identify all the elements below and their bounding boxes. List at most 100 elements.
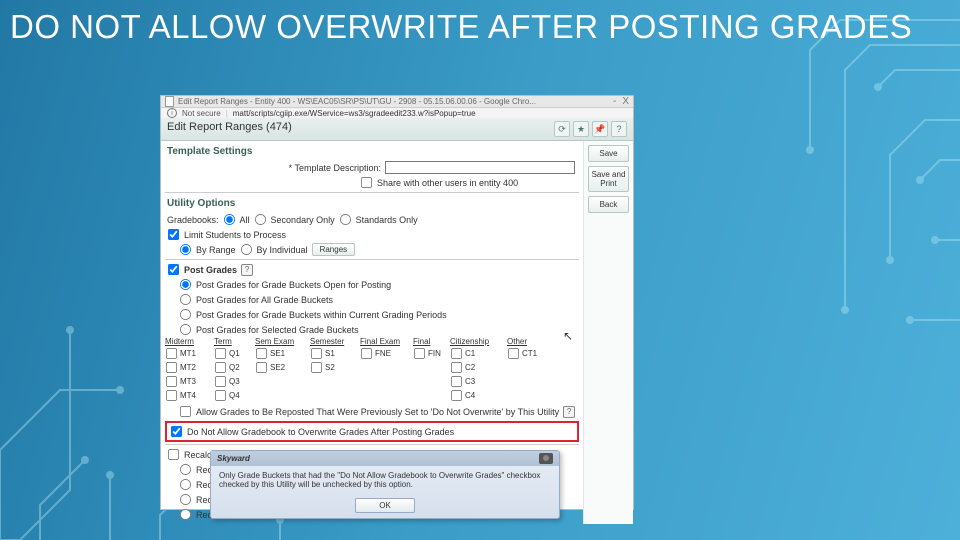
- help-icon-post[interactable]: ?: [241, 264, 253, 276]
- cursor-icon: ↖: [563, 329, 573, 343]
- fne-label: FNE: [375, 349, 391, 358]
- dialog-title: Edit Report Ranges (474): [167, 121, 292, 133]
- mt3-check[interactable]: [166, 376, 177, 387]
- c4-check[interactable]: [451, 390, 462, 401]
- se2-label: SE2: [270, 363, 285, 372]
- q4-check[interactable]: [215, 390, 226, 401]
- gradebooks-secondary-radio[interactable]: [255, 214, 266, 225]
- template-desc-input[interactable]: [385, 161, 575, 174]
- bucket-grid: Midterm Term Sem Exam Semester Final Exa…: [165, 337, 579, 402]
- post-r3-radio[interactable]: [180, 309, 191, 320]
- post-r2-label: Post Grades for All Grade Buckets: [196, 295, 333, 305]
- q4-label: Q4: [229, 391, 240, 400]
- gradebooks-all-radio[interactable]: [224, 214, 235, 225]
- c2-label: C2: [465, 363, 475, 372]
- c3-check[interactable]: [451, 376, 462, 387]
- mt3-label: MT3: [180, 377, 196, 386]
- col-term: Term: [214, 337, 254, 346]
- q3-check[interactable]: [215, 376, 226, 387]
- minimize-icon[interactable]: -: [613, 96, 616, 107]
- recalc3-radio[interactable]: [180, 494, 191, 505]
- info-icon[interactable]: i: [167, 108, 177, 118]
- favorite-icon[interactable]: ★: [573, 121, 589, 137]
- limit-students-checkbox[interactable]: [168, 229, 179, 240]
- save-button[interactable]: Save: [588, 145, 629, 162]
- url-bar: i Not secure | matt/scripts/cgiip.exe/WS…: [161, 108, 633, 118]
- share-label: Share with other users in entity 400: [377, 178, 518, 188]
- no-overwrite-label: Do Not Allow Gradebook to Overwrite Grad…: [187, 427, 454, 437]
- tab-title: Edit Report Ranges - Entity 400 - WS\EAC…: [178, 97, 609, 106]
- s2-label: S2: [325, 363, 335, 372]
- col-semexam: Sem Exam: [255, 337, 309, 346]
- ranges-button[interactable]: Ranges: [312, 243, 356, 256]
- q1-check[interactable]: [215, 348, 226, 359]
- close-icon[interactable]: X: [622, 96, 629, 107]
- post-grades-section: Post Grades: [184, 265, 237, 275]
- recalc1-radio[interactable]: [180, 464, 191, 475]
- help-icon[interactable]: ?: [611, 121, 627, 137]
- highlighted-option: Do Not Allow Gradebook to Overwrite Grad…: [165, 421, 579, 442]
- c2-check[interactable]: [451, 362, 462, 373]
- by-individual-radio[interactable]: [241, 244, 252, 255]
- mt2-label: MT2: [180, 363, 196, 372]
- post-r4-label: Post Grades for Selected Grade Buckets: [196, 325, 359, 335]
- tooltip-title: Skyward: [217, 454, 250, 463]
- side-panel: Save Save and Print Back: [583, 141, 633, 524]
- q2-check[interactable]: [215, 362, 226, 373]
- ok-button[interactable]: OK: [355, 498, 415, 513]
- s1-check[interactable]: [311, 348, 322, 359]
- post-r4-radio[interactable]: [180, 324, 191, 335]
- se1-check[interactable]: [256, 348, 267, 359]
- gradebooks-secondary-label: Secondary Only: [271, 215, 335, 225]
- dialog-tools: ⟳ ★ 📌 ?: [554, 121, 627, 137]
- c3-label: C3: [465, 377, 475, 386]
- share-checkbox[interactable]: [361, 177, 372, 188]
- recalc4-radio[interactable]: [180, 509, 191, 520]
- c1-label: C1: [465, 349, 475, 358]
- ct1-label: CT1: [522, 349, 537, 358]
- c1-check[interactable]: [451, 348, 462, 359]
- tooltip-popup: Skyward Only Grade Buckets that had the …: [210, 450, 560, 519]
- fin-check[interactable]: [414, 348, 425, 359]
- mt2-check[interactable]: [166, 362, 177, 373]
- template-settings-section: Template Settings: [165, 143, 579, 160]
- q3-label: Q3: [229, 377, 240, 386]
- gradebooks-label: Gradebooks:: [167, 215, 219, 225]
- se2-check[interactable]: [256, 362, 267, 373]
- help-icon-reposted[interactable]: ?: [563, 406, 575, 418]
- q1-label: Q1: [229, 349, 240, 358]
- se1-label: SE1: [270, 349, 285, 358]
- camera-icon[interactable]: [539, 453, 553, 464]
- col-midterm: Midterm: [165, 337, 213, 346]
- post-r2-radio[interactable]: [180, 294, 191, 305]
- gradebooks-standards-radio[interactable]: [340, 214, 351, 225]
- no-overwrite-checkbox[interactable]: [171, 426, 182, 437]
- fin-label: FIN: [428, 349, 441, 358]
- allow-reposted-checkbox[interactable]: [180, 406, 191, 417]
- post-r1-radio[interactable]: [180, 279, 191, 290]
- s2-check[interactable]: [311, 362, 322, 373]
- c4-label: C4: [465, 391, 475, 400]
- save-print-button[interactable]: Save and Print: [588, 166, 629, 192]
- not-secure-label: Not secure: [182, 109, 221, 118]
- dialog-header: Edit Report Ranges (474) ⟳ ★ 📌 ?: [161, 118, 633, 141]
- mt4-check[interactable]: [166, 390, 177, 401]
- back-button[interactable]: Back: [588, 196, 629, 213]
- by-range-radio[interactable]: [180, 244, 191, 255]
- app-window: Edit Report Ranges - Entity 400 - WS\EAC…: [160, 95, 634, 510]
- post-r1-label: Post Grades for Grade Buckets Open for P…: [196, 280, 391, 290]
- recalc0-checkbox[interactable]: [168, 449, 179, 460]
- recalc2-radio[interactable]: [180, 479, 191, 490]
- fne-check[interactable]: [361, 348, 372, 359]
- col-citizenship: Citizenship: [450, 337, 506, 346]
- post-r3-label: Post Grades for Grade Buckets within Cur…: [196, 310, 447, 320]
- refresh-icon[interactable]: ⟳: [554, 121, 570, 137]
- q2-label: Q2: [229, 363, 240, 372]
- mt4-label: MT4: [180, 391, 196, 400]
- allow-reposted-label: Allow Grades to Be Reposted That Were Pr…: [196, 407, 559, 417]
- mt1-check[interactable]: [166, 348, 177, 359]
- pin-icon[interactable]: 📌: [592, 121, 608, 137]
- post-grades-checkbox[interactable]: [168, 264, 179, 275]
- slide-title: DO NOT ALLOW OVERWRITE AFTER POSTING GRA…: [10, 8, 912, 46]
- ct1-check[interactable]: [508, 348, 519, 359]
